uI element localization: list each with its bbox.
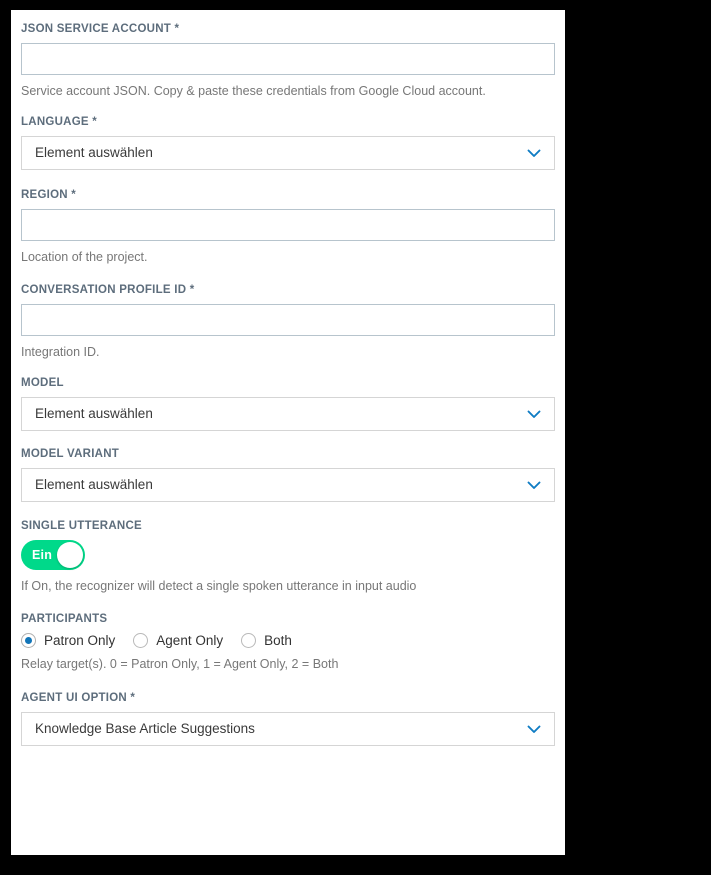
select-model[interactable]: Element auswählen [21,397,555,431]
field-model: MODEL Element auswählen [21,360,555,431]
toggle-state-label: Ein [32,548,53,562]
label-model-variant: MODEL VARIANT [21,448,120,460]
select-model-variant[interactable]: Element auswählen [21,468,555,502]
radio-label: Agent Only [156,633,224,648]
help-participants: Relay target(s). 0 = Patron Only, 1 = Ag… [21,657,339,671]
field-single-utterance: SINGLE UTTERANCE Ein If On, the recognizer… [21,502,555,594]
label-agent-ui-option: AGENT UI OPTION * [21,692,136,704]
select-agent-ui-option[interactable]: Knowledge Base Article Suggestions [21,712,555,746]
select-value-model-variant: Element auswählen [35,477,153,492]
select-value-model: Element auswählen [35,406,153,421]
label-model: MODEL [21,377,64,389]
radio-option-both[interactable]: Both [241,633,292,648]
field-conversation-profile-id: CONVERSATION PROFILE ID * Integration ID. [21,265,555,360]
input-json-service-account[interactable] [21,43,555,75]
input-conversation-profile-id[interactable] [21,304,555,336]
help-single-utterance: If On, the recognizer will detect a sing… [21,579,417,593]
field-participants: PARTICIPANTS Patron Only Agent Only Both Rel… [21,594,555,672]
label-language: LANGUAGE * [21,116,97,128]
select-language[interactable]: Element auswählen [21,136,555,170]
toggle-single-utterance[interactable]: Ein [21,540,85,570]
toggle-knob [57,542,83,568]
radio-label: Both [264,633,292,648]
field-agent-ui-option: AGENT UI OPTION * Knowledge Base Article … [21,672,555,746]
radio-option-patron-only[interactable]: Patron Only [21,633,115,648]
integration-settings-form: JSON SERVICE ACCOUNT * Service account JS… [11,10,565,746]
label-region: REGION * [21,189,77,201]
radio-circle [133,633,149,648]
radio-option-agent-only[interactable]: Agent Only [133,633,223,648]
help-conversation-profile-id: Integration ID. [21,345,100,359]
select-value-agent-ui-option: Knowledge Base Article Suggestions [35,721,255,736]
help-json-service-account: Service account JSON. Copy & paste these… [21,84,486,98]
input-region[interactable] [21,209,555,241]
field-language: LANGUAGE * Element auswählen [21,99,555,170]
field-json-service-account: JSON SERVICE ACCOUNT * Service account JS… [21,10,555,99]
radio-label: Patron Only [44,633,116,648]
radio-circle [21,633,36,648]
radio-group-participants: Patron Only Agent Only Both [21,633,555,648]
field-model-variant: MODEL VARIANT Element auswählen [21,431,555,502]
field-region: REGION * Location of the project. [21,170,555,265]
label-conversation-profile-id: CONVERSATION PROFILE ID * [21,284,195,296]
settings-form-panel: JSON SERVICE ACCOUNT * Service account JS… [11,10,565,855]
select-value-language: Element auswählen [35,145,153,160]
help-region: Location of the project. [21,250,148,264]
label-participants: PARTICIPANTS [21,613,108,625]
radio-circle [241,633,257,648]
label-single-utterance: SINGLE UTTERANCE [21,520,142,532]
label-json-service-account: JSON SERVICE ACCOUNT * [21,23,180,35]
